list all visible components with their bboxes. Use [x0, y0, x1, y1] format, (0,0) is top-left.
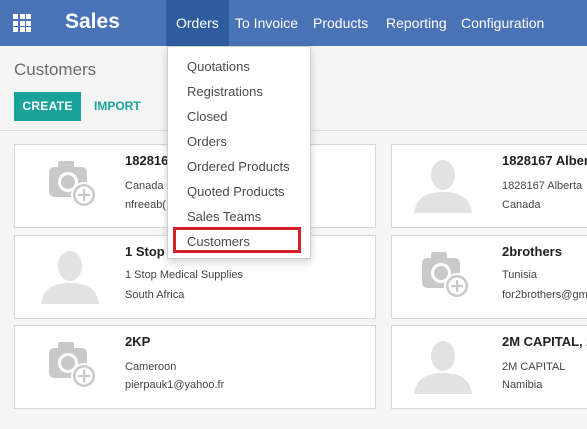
- customer-country: Tunisia: [502, 269, 538, 281]
- customer-card[interactable]: 1828167 Albert 1828167 Alberta Canada: [391, 144, 587, 228]
- customer-company: 1828167 Alberta: [502, 180, 583, 192]
- customer-card[interactable]: 2M CAPITAL, 2 2M CAPITAL Namibia: [391, 325, 587, 409]
- customer-email: pierpauk1@yahoo.fr: [125, 379, 225, 391]
- apps-grid-icon[interactable]: [13, 14, 31, 32]
- customer-name: 1828167 Albert: [502, 153, 587, 168]
- dropdown-item-quotations[interactable]: Quotations: [187, 59, 250, 74]
- customer-company: 2M CAPITAL: [502, 361, 566, 373]
- camera-placeholder-icon: [25, 155, 115, 213]
- customer-name: 1 Stop: [125, 244, 165, 259]
- menu-products[interactable]: Products: [303, 0, 378, 46]
- page-title: Customers: [14, 60, 97, 79]
- camera-placeholder-icon: [398, 246, 488, 304]
- customer-card[interactable]: 2KP Cameroon pierpauk1@yahoo.fr: [14, 325, 376, 409]
- menu-to-invoice[interactable]: To Invoice: [225, 0, 308, 46]
- camera-placeholder-icon: [25, 336, 115, 394]
- dropdown-item-registrations[interactable]: Registrations: [187, 84, 263, 99]
- customer-country: Canada: [502, 199, 541, 211]
- customer-company: 1 Stop Medical Supplies: [125, 269, 244, 281]
- dropdown-item-closed[interactable]: Closed: [187, 109, 227, 124]
- top-navbar: Sales Orders To Invoice Products Reporti…: [0, 0, 587, 46]
- dropdown-item-sales-teams[interactable]: Sales Teams: [187, 209, 261, 224]
- customer-name: 182816: [125, 153, 169, 168]
- highlight-box: [173, 227, 301, 253]
- create-button[interactable]: CREATE: [14, 92, 81, 121]
- customer-name: 2KP: [125, 334, 151, 349]
- menu-configuration[interactable]: Configuration: [451, 0, 554, 46]
- customer-email: for2brothers@gm: [502, 289, 587, 301]
- person-silhouette-icon: [25, 246, 115, 304]
- customer-country: Namibia: [502, 379, 543, 391]
- app-title[interactable]: Sales: [65, 9, 120, 35]
- dropdown-item-orders[interactable]: Orders: [187, 134, 227, 149]
- dropdown-item-ordered-products[interactable]: Ordered Products: [187, 159, 290, 174]
- customer-name: 2brothers: [502, 244, 562, 259]
- person-silhouette-icon: [398, 336, 488, 394]
- orders-dropdown-menu: Quotations Registrations Closed Orders O…: [167, 46, 311, 259]
- menu-reporting[interactable]: Reporting: [376, 0, 457, 46]
- person-silhouette-icon: [398, 155, 488, 213]
- customer-card[interactable]: 2brothers Tunisia for2brothers@gm: [391, 235, 587, 319]
- customer-country: Canada: [125, 180, 164, 192]
- dropdown-item-quoted-products[interactable]: Quoted Products: [187, 184, 285, 199]
- customer-country: South Africa: [125, 289, 185, 301]
- import-button[interactable]: IMPORT: [86, 92, 149, 121]
- customer-email: nfreeab(: [125, 199, 166, 211]
- customer-name: 2M CAPITAL, 2: [502, 334, 587, 349]
- customer-country: Cameroon: [125, 361, 177, 373]
- menu-orders[interactable]: Orders: [166, 0, 229, 46]
